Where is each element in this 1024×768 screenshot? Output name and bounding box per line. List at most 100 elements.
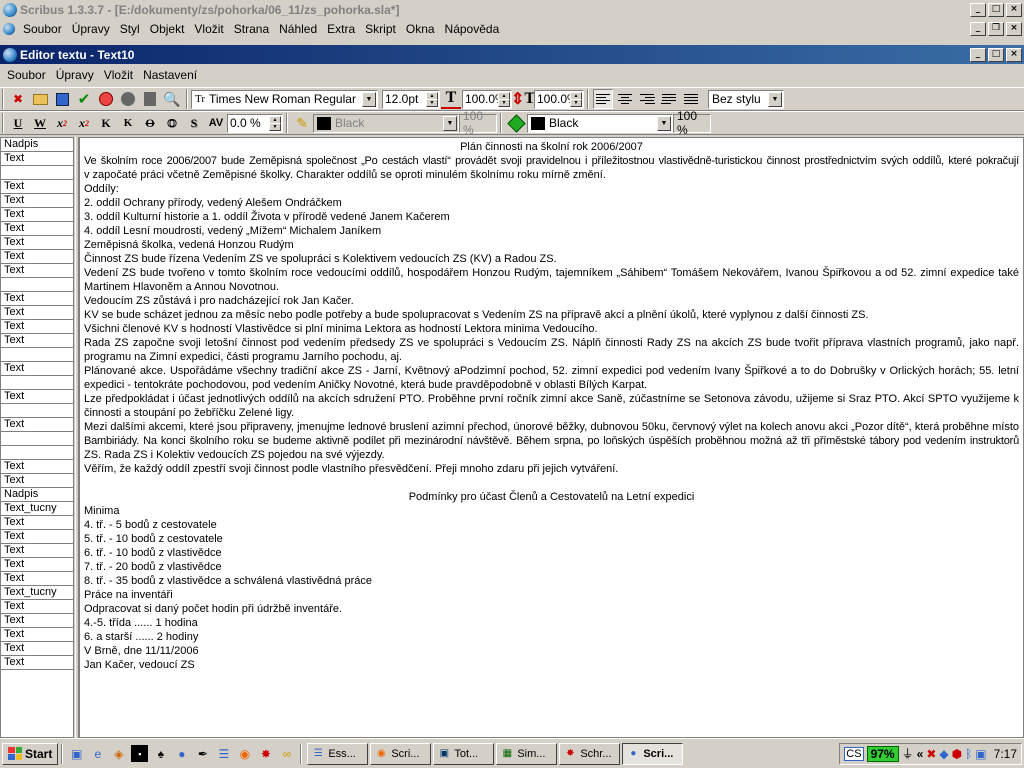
horizontal-scale-spinbox[interactable]: 100.0% ▲ ▼	[462, 89, 512, 109]
quicklaunch-gimp-icon[interactable]: ✸	[257, 745, 274, 762]
style-cell[interactable]	[1, 446, 73, 460]
text-line[interactable]: 2. oddíl Ochrany přírody, vedený Alešem …	[84, 196, 1019, 210]
app-titlebar[interactable]: Scribus 1.3.3.7 - [E:/dokumenty/zs/pohor…	[0, 0, 1024, 19]
task-button-6[interactable]: ● Scri...	[622, 742, 684, 765]
menu-soubor[interactable]: Soubor	[18, 22, 67, 36]
close-button[interactable]: ×	[1006, 2, 1022, 17]
spin-down-icon[interactable]: ▼	[570, 98, 582, 107]
style-cell[interactable]: Text	[1, 530, 73, 544]
clear-text-icon[interactable]: ✖	[8, 89, 28, 109]
style-cell[interactable]: Text	[1, 334, 73, 348]
task-button-1[interactable]: ☰ Ess...	[307, 742, 369, 765]
text-line[interactable]: 4. tř. - 5 bodů z cestovatele	[84, 518, 1019, 532]
editor-menu-soubor[interactable]: Soubor	[2, 68, 51, 82]
text-line[interactable]: Plán činnosti na školní rok 2006/2007	[84, 140, 1019, 154]
stroke-color-select[interactable]: Black ▼	[313, 113, 459, 133]
update-frame-icon[interactable]	[140, 89, 160, 109]
style-cell[interactable]: Text	[1, 292, 73, 306]
style-cell[interactable]: Text	[1, 362, 73, 376]
text-line[interactable]: Věřím, že každý oddíl zpestří svoji činn…	[84, 462, 1019, 476]
style-cell[interactable]: Text	[1, 572, 73, 586]
style-cell[interactable]: Text	[1, 418, 73, 432]
minimize-button[interactable]: _	[970, 2, 986, 17]
editor-menu-vlozit[interactable]: Vložit	[99, 68, 138, 82]
text-line[interactable]: činnosti a stoupání po žebříčku Zelené l…	[84, 406, 1019, 420]
style-cell[interactable]: Text	[1, 264, 73, 278]
menu-upravy[interactable]: Úpravy	[67, 22, 115, 36]
style-cell[interactable]: Text	[1, 236, 73, 250]
text-line[interactable]: 3. oddíl Kulturní historie a 1. oddíl Ži…	[84, 210, 1019, 224]
style-cell[interactable]: Text	[1, 642, 73, 656]
task-button-5[interactable]: ✸ Schr...	[559, 742, 621, 765]
text-line[interactable]: Rada ZS započne svoji letošní činnost po…	[84, 336, 1019, 350]
style-cell[interactable]	[1, 278, 73, 292]
doc-minimize-button[interactable]: _	[970, 22, 986, 36]
menu-skript[interactable]: Skript	[360, 22, 401, 36]
tray-monitor-icon[interactable]: ▣	[975, 747, 986, 761]
align-left-icon[interactable]	[593, 89, 613, 109]
style-cell[interactable]: Text	[1, 194, 73, 208]
editor-minimize-button[interactable]: _	[970, 47, 986, 62]
spin-down-icon[interactable]: ▼	[426, 98, 438, 107]
editor-titlebar[interactable]: Editor textu - Text10 _ □ ×	[0, 45, 1024, 64]
tray-bluetooth-icon[interactable]: ᛒ	[965, 747, 972, 761]
fill-color-select[interactable]: Black ▼	[527, 113, 673, 133]
text-line[interactable]: 6. a starší ...... 2 hodiny	[84, 630, 1019, 644]
text-line[interactable]: Minima	[84, 504, 1019, 518]
text-line[interactable]: 7. tř. - 20 bodů z vlastivědce	[84, 560, 1019, 574]
text-line[interactable]: Odpracovat si daný počet hodin při údržb…	[84, 602, 1019, 616]
text-line[interactable]: Oddíly:	[84, 182, 1019, 196]
paragraph-style-column[interactable]: Nadpis Text Text Text Text Text Text Text Text Te…	[0, 137, 74, 738]
text-line[interactable]: 4.-5. třída ...... 1 hodina	[84, 616, 1019, 630]
doc-close-button[interactable]: ×	[1006, 22, 1022, 36]
align-forced-justify-icon[interactable]	[681, 89, 701, 109]
style-cell[interactable]: Text	[1, 656, 73, 670]
text-line[interactable]: Lze předpokládat i účast jednotlivých od…	[84, 392, 1019, 406]
stroke-shade-field[interactable]: 100 %	[459, 109, 497, 137]
style-cell[interactable]: Text	[1, 460, 73, 474]
strikethrough-icon[interactable]: O	[140, 113, 160, 133]
menu-strana[interactable]: Strana	[229, 22, 274, 36]
text-line[interactable]: Mezi dalšími akcemi, které jsou připrave…	[84, 420, 1019, 434]
menu-styl[interactable]: Styl	[115, 22, 145, 36]
style-cell[interactable]: Nadpis	[1, 138, 73, 152]
style-cell[interactable]: Text_tucny	[1, 586, 73, 600]
quicklaunch-desktop-icon[interactable]: ▣	[68, 745, 85, 762]
scribus-menu-icon[interactable]	[3, 23, 15, 35]
menu-vlozit[interactable]: Vložit	[189, 22, 228, 36]
font-select[interactable]: Tr Times New Roman Regular ▼	[191, 89, 378, 109]
style-cell[interactable]	[1, 166, 73, 180]
text-line[interactable]: Plánované akce. Uspořádáme všechny tradi…	[84, 364, 1019, 378]
apply-checkmark-icon[interactable]: ✔	[74, 89, 94, 109]
style-cell[interactable]	[1, 432, 73, 446]
quicklaunch-glasses-icon[interactable]: ∞	[278, 745, 295, 762]
cancel-icon[interactable]	[96, 89, 116, 109]
open-folder-icon[interactable]	[30, 89, 50, 109]
text-line[interactable]: 8. tř. - 35 bodů z vlastivědce a schvále…	[84, 574, 1019, 588]
text-line[interactable]: v započaté práci včetně Zeměpisné školky…	[84, 168, 1019, 182]
text-line[interactable]: Činnost ZS bude řízena Vedením ZS ve spo…	[84, 252, 1019, 266]
text-line[interactable]: Práce na inventáři	[84, 588, 1019, 602]
style-cell[interactable]: Text	[1, 390, 73, 404]
tray-expand-icon[interactable]: «	[917, 747, 924, 761]
text-line[interactable]: 4. oddíl Lesní moudrosti, vedený „Mížem“…	[84, 224, 1019, 238]
font-size-spinbox[interactable]: 12.0pt ▲ ▼	[382, 89, 440, 109]
underline-icon[interactable]: U	[8, 113, 28, 133]
tracking-spinbox[interactable]: 0.0 % ▲ ▼	[227, 113, 283, 133]
clock[interactable]: 7:17	[994, 747, 1017, 761]
style-cell[interactable]: Text	[1, 544, 73, 558]
editor-menu-upravy[interactable]: Úpravy	[51, 68, 99, 82]
text-line[interactable]: 5. tř. - 10 bodů z cestovatele	[84, 532, 1019, 546]
chevron-down-icon[interactable]: ▼	[443, 115, 457, 131]
text-line[interactable]: KV se bude scházet jednou za měsíc nebo …	[84, 308, 1019, 322]
style-cell[interactable]: Text	[1, 306, 73, 320]
align-center-icon[interactable]	[615, 89, 635, 109]
style-cell[interactable]: Text	[1, 558, 73, 572]
text-line[interactable]: Zeměpisná školka, vedená Honzou Rudým	[84, 238, 1019, 252]
style-cell[interactable]: Text	[1, 516, 73, 530]
chevron-down-icon[interactable]: ▼	[362, 91, 376, 107]
style-cell[interactable]	[1, 348, 73, 362]
stroke-pen-icon[interactable]: ✎	[292, 113, 312, 133]
task-button-3[interactable]: ▣ Tot...	[433, 742, 495, 765]
menu-nahled[interactable]: Náhled	[274, 22, 322, 36]
